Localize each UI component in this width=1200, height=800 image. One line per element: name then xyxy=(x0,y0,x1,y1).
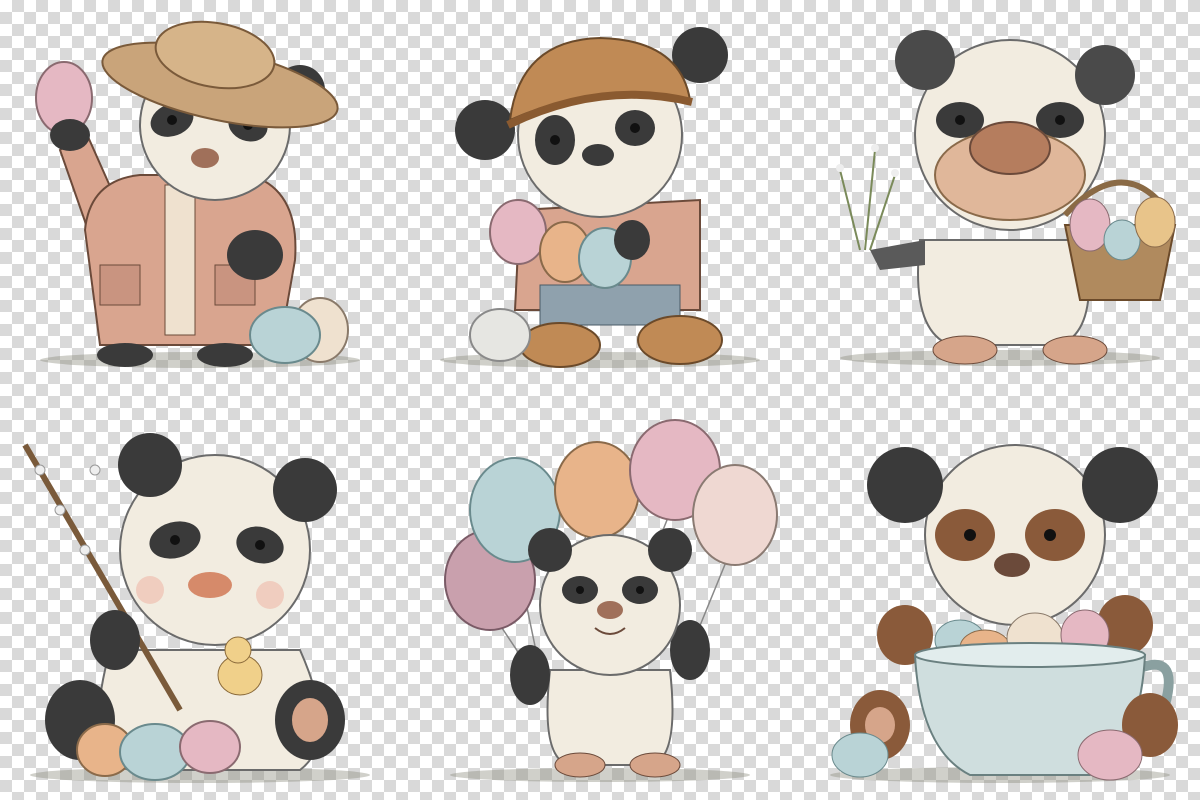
ear xyxy=(895,30,955,90)
nose xyxy=(994,553,1030,577)
panda-willow-art xyxy=(22,433,370,783)
bear-body xyxy=(917,239,1091,346)
catkin xyxy=(89,464,101,476)
nose xyxy=(969,121,1051,175)
nose xyxy=(582,144,614,166)
panda-balloons-art xyxy=(444,419,778,782)
catkin xyxy=(34,464,46,476)
flower xyxy=(871,144,879,152)
foot xyxy=(932,335,998,365)
flower xyxy=(891,169,899,177)
pink-egg xyxy=(489,199,547,265)
ear xyxy=(528,528,572,572)
eye xyxy=(964,529,976,541)
right-boot xyxy=(637,315,723,365)
panda-balloons-illustration xyxy=(400,400,800,800)
panda-straw-hat-illustration xyxy=(0,0,400,400)
blush-balloon xyxy=(692,464,778,566)
foot xyxy=(1042,335,1108,365)
nose xyxy=(188,572,232,598)
cheek xyxy=(256,581,284,609)
paw xyxy=(227,230,283,280)
panda-teacup-illustration xyxy=(800,400,1200,800)
ear xyxy=(648,528,692,572)
catkin xyxy=(79,544,91,556)
cheek xyxy=(136,576,164,604)
ear xyxy=(867,447,943,523)
coat-opening xyxy=(164,184,196,336)
flower xyxy=(836,164,844,172)
panda-knit-hat-art xyxy=(440,27,760,368)
eye xyxy=(550,135,560,145)
eye xyxy=(630,123,640,133)
eye xyxy=(1044,529,1056,541)
eye xyxy=(1055,115,1065,125)
pink-egg xyxy=(1077,729,1143,781)
blue-egg xyxy=(831,732,889,778)
eye xyxy=(955,115,965,125)
white-egg xyxy=(469,308,531,362)
coat-pocket xyxy=(99,264,141,306)
flower-stems xyxy=(839,149,896,251)
foot xyxy=(97,343,153,367)
panda-willow-illustration xyxy=(0,400,400,800)
foot xyxy=(554,752,606,778)
panda-straw-hat-art xyxy=(35,20,360,368)
nose xyxy=(597,601,623,619)
paw xyxy=(90,610,140,670)
panda-knit-hat-illustration xyxy=(400,0,800,400)
paw xyxy=(614,220,650,260)
ear xyxy=(1075,45,1135,105)
eye xyxy=(636,586,644,594)
left-boot xyxy=(519,322,601,368)
peach-egg xyxy=(1134,196,1176,248)
pink-egg xyxy=(179,720,241,774)
ear xyxy=(118,433,182,497)
panda-body xyxy=(546,669,674,766)
blue-egg xyxy=(249,306,321,364)
bear-basket-illustration xyxy=(800,0,1200,400)
eye xyxy=(167,115,177,125)
ear xyxy=(455,100,515,160)
foot-pad xyxy=(292,698,328,742)
eye xyxy=(170,535,180,545)
paw xyxy=(50,119,90,151)
bear-basket-art xyxy=(836,30,1177,366)
left-arm xyxy=(870,240,925,270)
eye xyxy=(255,540,265,550)
catkin xyxy=(54,504,66,516)
eye xyxy=(576,586,584,594)
ear xyxy=(1082,447,1158,523)
nose xyxy=(191,148,219,168)
ear xyxy=(273,458,337,522)
foot xyxy=(197,343,253,367)
left-arm xyxy=(510,645,550,705)
cup-rim xyxy=(914,642,1146,668)
peach-balloon xyxy=(554,441,640,539)
foot xyxy=(629,752,681,778)
ground-shadow xyxy=(840,350,1160,366)
panda-teacup-art xyxy=(830,444,1178,783)
chick-head xyxy=(224,636,252,664)
blue-egg xyxy=(1103,219,1141,261)
